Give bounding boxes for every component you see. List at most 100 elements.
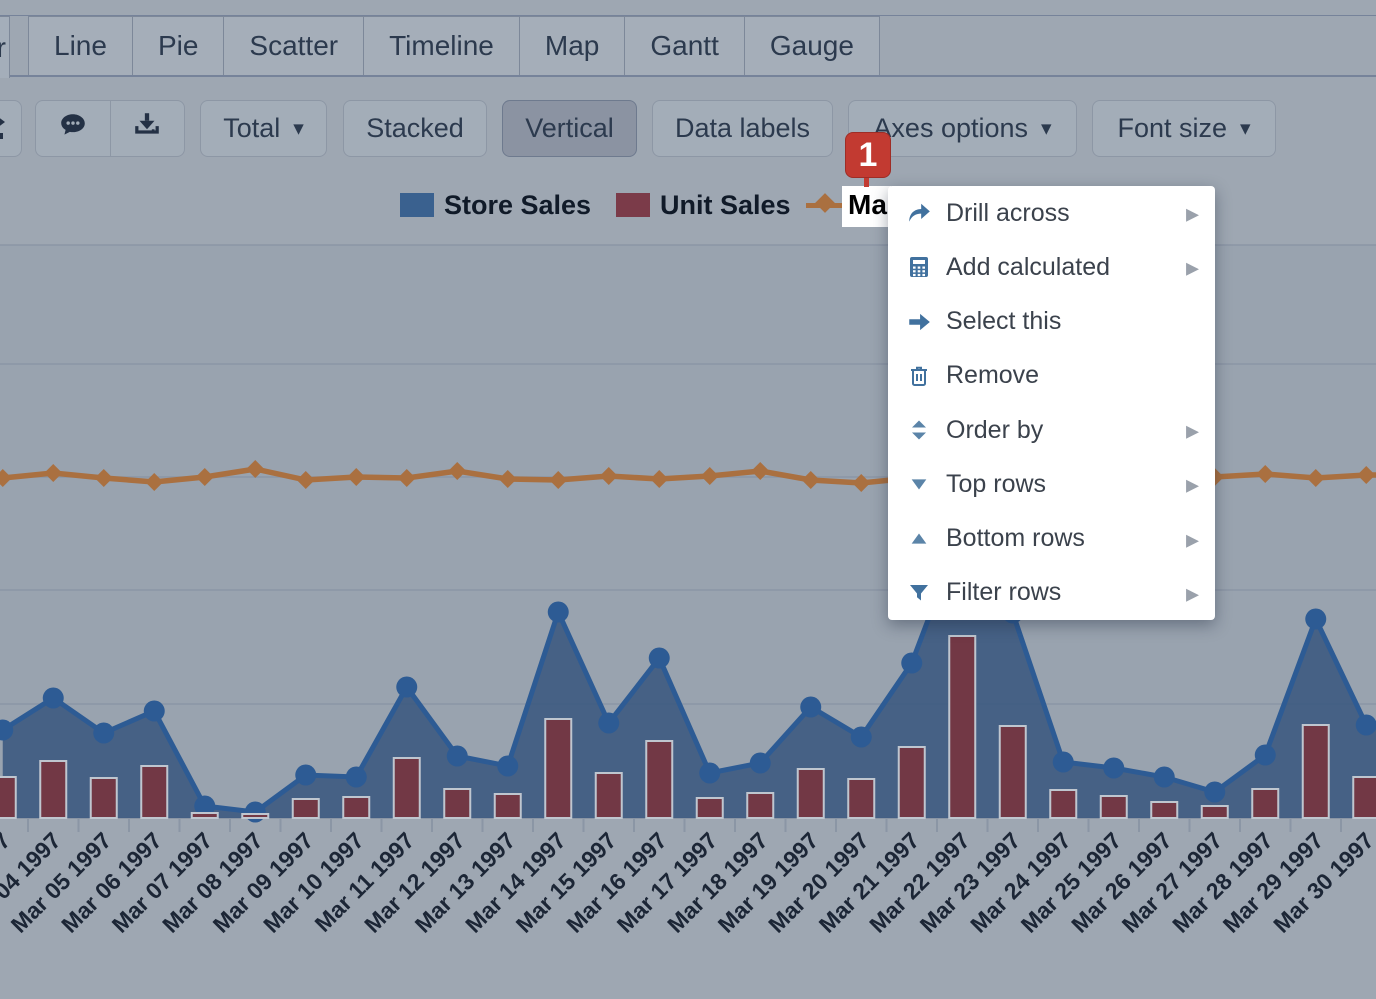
store-sales-point[interactable] bbox=[1255, 745, 1276, 766]
menu-item-select-this[interactable]: Select this bbox=[888, 295, 1215, 349]
font-size-button[interactable]: Font size▾ bbox=[1092, 100, 1276, 157]
margin-point[interactable] bbox=[1357, 466, 1375, 484]
legend-swatch-store-sales[interactable] bbox=[400, 193, 434, 217]
unit-sales-bar[interactable] bbox=[646, 741, 672, 818]
menu-item-filter-rows[interactable]: Filter rows▸ bbox=[888, 566, 1215, 620]
menu-item-top-rows[interactable]: Top rows▸ bbox=[888, 457, 1215, 511]
store-sales-point[interactable] bbox=[447, 746, 468, 767]
store-sales-point[interactable] bbox=[548, 602, 569, 623]
margin-point[interactable] bbox=[701, 467, 719, 485]
total-button[interactable]: Total▾ bbox=[200, 100, 327, 157]
store-sales-point[interactable] bbox=[245, 802, 266, 823]
margin-point[interactable] bbox=[802, 471, 820, 489]
margin-point[interactable] bbox=[398, 469, 416, 487]
unit-sales-bar[interactable] bbox=[1050, 790, 1076, 818]
margin-point[interactable] bbox=[1307, 469, 1325, 487]
tab-pie[interactable]: Pie bbox=[132, 16, 224, 75]
unit-sales-bar[interactable] bbox=[1303, 725, 1329, 818]
top-rows-icon bbox=[902, 473, 936, 495]
margin-point[interactable] bbox=[600, 467, 618, 485]
store-sales-point[interactable] bbox=[1154, 767, 1175, 788]
legend-label-unit-sales[interactable]: Unit Sales bbox=[660, 190, 791, 221]
store-sales-point[interactable] bbox=[1103, 758, 1124, 779]
unit-sales-bar[interactable] bbox=[848, 779, 874, 818]
margin-point[interactable] bbox=[44, 464, 62, 482]
stacked-button[interactable]: Stacked bbox=[343, 100, 487, 157]
menu-item-add-calculated[interactable]: Add calculated▸ bbox=[888, 240, 1215, 294]
unit-sales-bar[interactable] bbox=[1353, 777, 1376, 818]
store-sales-point[interactable] bbox=[800, 697, 821, 718]
store-sales-point[interactable] bbox=[43, 688, 64, 709]
store-sales-point[interactable] bbox=[396, 677, 417, 698]
unit-sales-bar[interactable] bbox=[394, 758, 420, 818]
margin-point[interactable] bbox=[1256, 465, 1274, 483]
data-labels-button[interactable]: Data labels bbox=[652, 100, 833, 157]
unit-sales-bar[interactable] bbox=[899, 747, 925, 818]
tab-timeline[interactable]: Timeline bbox=[363, 16, 520, 75]
tab-map[interactable]: Map bbox=[519, 16, 625, 75]
margin-point[interactable] bbox=[0, 469, 12, 487]
store-sales-point[interactable] bbox=[346, 767, 367, 788]
unit-sales-bar[interactable] bbox=[596, 773, 622, 818]
switch-axes-button[interactable] bbox=[0, 100, 22, 157]
menu-item-bottom-rows[interactable]: Bottom rows▸ bbox=[888, 512, 1215, 566]
store-sales-point[interactable] bbox=[1053, 752, 1074, 773]
unit-sales-bar[interactable] bbox=[545, 719, 571, 818]
margin-point[interactable] bbox=[95, 469, 113, 487]
store-sales-point[interactable] bbox=[750, 753, 771, 774]
unit-sales-bar[interactable] bbox=[1151, 802, 1177, 818]
store-sales-point[interactable] bbox=[295, 765, 316, 786]
unit-sales-bar[interactable] bbox=[343, 797, 369, 818]
export-button[interactable] bbox=[111, 101, 185, 156]
store-sales-point[interactable] bbox=[1356, 715, 1376, 736]
store-sales-point[interactable] bbox=[598, 713, 619, 734]
unit-sales-bar[interactable] bbox=[0, 777, 16, 818]
store-sales-point[interactable] bbox=[901, 653, 922, 674]
store-sales-point[interactable] bbox=[93, 723, 114, 744]
legend-swatch-unit-sales[interactable] bbox=[616, 193, 650, 217]
store-sales-point[interactable] bbox=[144, 701, 165, 722]
margin-point[interactable] bbox=[145, 473, 163, 491]
tab-gauge[interactable]: Gauge bbox=[744, 16, 880, 75]
tab-scatter[interactable]: Scatter bbox=[223, 16, 364, 75]
menu-item-order-by[interactable]: Order by▸ bbox=[888, 403, 1215, 457]
store-sales-point[interactable] bbox=[1204, 782, 1225, 803]
unit-sales-bar[interactable] bbox=[1101, 796, 1127, 818]
unit-sales-bar[interactable] bbox=[91, 778, 117, 818]
store-sales-point[interactable] bbox=[851, 727, 872, 748]
legend-label-margin[interactable]: Ma bbox=[842, 186, 891, 227]
unit-sales-bar[interactable] bbox=[798, 769, 824, 818]
unit-sales-bar[interactable] bbox=[293, 799, 319, 818]
margin-point[interactable] bbox=[347, 468, 365, 486]
margin-point[interactable] bbox=[246, 460, 264, 478]
tab-active-partial[interactable]: r bbox=[0, 16, 10, 78]
margin-point[interactable] bbox=[549, 471, 567, 489]
menu-item-drill-across[interactable]: Drill across▸ bbox=[888, 186, 1215, 240]
unit-sales-bar[interactable] bbox=[747, 793, 773, 818]
unit-sales-bar[interactable] bbox=[697, 798, 723, 818]
store-sales-point[interactable] bbox=[1305, 609, 1326, 630]
unit-sales-bar[interactable] bbox=[242, 814, 268, 818]
unit-sales-bar[interactable] bbox=[949, 636, 975, 818]
unit-sales-bar[interactable] bbox=[1252, 789, 1278, 818]
tab-line[interactable]: Line bbox=[28, 16, 133, 75]
vertical-button[interactable]: Vertical bbox=[502, 100, 637, 157]
margin-point[interactable] bbox=[196, 468, 214, 486]
margin-point[interactable] bbox=[650, 470, 668, 488]
comment-button[interactable] bbox=[36, 101, 110, 156]
store-sales-point[interactable] bbox=[649, 648, 670, 669]
unit-sales-bar[interactable] bbox=[40, 761, 66, 818]
unit-sales-bar[interactable] bbox=[141, 766, 167, 818]
unit-sales-bar[interactable] bbox=[1202, 806, 1228, 818]
store-sales-point[interactable] bbox=[699, 763, 720, 784]
tab-gantt[interactable]: Gantt bbox=[624, 16, 744, 75]
legend-label-store-sales[interactable]: Store Sales bbox=[444, 190, 591, 221]
menu-item-remove[interactable]: Remove bbox=[888, 349, 1215, 403]
unit-sales-bar[interactable] bbox=[192, 813, 218, 818]
margin-point[interactable] bbox=[499, 470, 517, 488]
unit-sales-bar[interactable] bbox=[495, 794, 521, 818]
unit-sales-bar[interactable] bbox=[444, 789, 470, 818]
unit-sales-bar[interactable] bbox=[1000, 726, 1026, 818]
store-sales-point[interactable] bbox=[497, 756, 518, 777]
margin-point[interactable] bbox=[297, 471, 315, 489]
